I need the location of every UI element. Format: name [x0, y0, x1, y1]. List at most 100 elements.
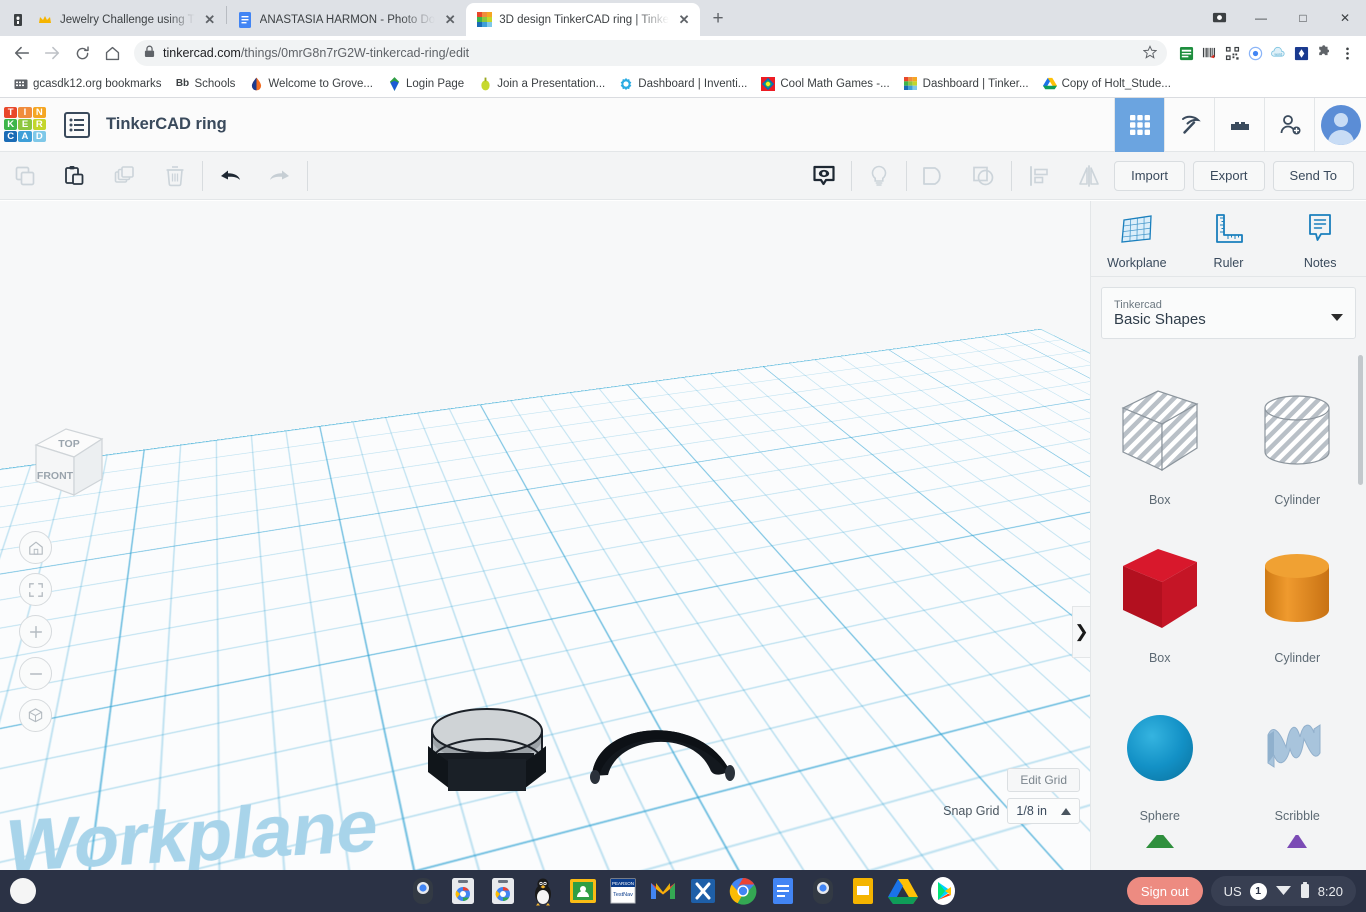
duplicate-icon[interactable]	[100, 152, 150, 200]
redo-icon[interactable]	[255, 152, 305, 200]
status-tray[interactable]: US 1 8:20	[1210, 876, 1356, 906]
chevron-right-icon[interactable]: ❯	[1072, 606, 1090, 658]
bookmark-item-8[interactable]: Copy of Holt_Stude...	[1037, 74, 1177, 94]
workplane-tool[interactable]: Workplane	[1099, 212, 1175, 270]
send-to-button[interactable]: Send To	[1272, 160, 1354, 191]
chrome-browser-icon[interactable]	[728, 876, 758, 906]
chrome-menu-icon[interactable]	[1336, 42, 1358, 64]
ortho-perspective-icon[interactable]	[19, 699, 52, 732]
browser-tab-2-title: ANASTASIA HARMON - Photo Do	[259, 13, 436, 26]
import-button[interactable]: Import	[1114, 160, 1185, 191]
bookmark-star-icon[interactable]	[1142, 44, 1158, 62]
mirror-icon[interactable]	[1064, 152, 1114, 200]
shape-item-hole-cylinder[interactable]: Cylinder	[1229, 361, 1366, 513]
zoom-out-icon[interactable]	[19, 657, 52, 690]
blue-diamond-extension-icon[interactable]	[1290, 42, 1312, 64]
shape-item-partial-purple[interactable]	[1229, 835, 1366, 855]
camera-2-icon[interactable]	[808, 876, 838, 906]
undo-icon[interactable]	[205, 152, 255, 200]
view-cube[interactable]: TOP FRONT	[22, 423, 108, 507]
codeblocks-pickaxe-icon[interactable]	[1164, 97, 1214, 152]
ring-band-object[interactable]	[428, 708, 546, 791]
camera-app-icon[interactable]	[408, 876, 438, 906]
bookmark-item-1[interactable]: Bb Schools	[169, 74, 241, 94]
new-tab-button[interactable]: +	[704, 5, 732, 33]
shape-item-sphere[interactable]: Sphere	[1091, 677, 1229, 829]
chrome-app-1-icon[interactable]	[448, 876, 478, 906]
linux-terminal-icon[interactable]	[528, 876, 558, 906]
bookmark-item-0[interactable]: gcasdk12.org bookmarks	[8, 74, 167, 94]
pearson-testnav-icon[interactable]: PEARSON TestNav	[608, 876, 638, 906]
google-classroom-icon[interactable]	[568, 876, 598, 906]
xtramath-icon[interactable]	[688, 876, 718, 906]
cast-icon[interactable]	[1198, 0, 1240, 36]
grid-gallery-icon[interactable]	[1114, 97, 1164, 152]
browser-tab-2-close[interactable]: ✕	[442, 12, 458, 28]
google-drive-icon[interactable]	[888, 876, 918, 906]
list-icon[interactable]	[64, 111, 90, 138]
home-icon[interactable]	[98, 39, 126, 67]
google-slides-icon[interactable]	[848, 876, 878, 906]
window-minimize-button[interactable]: —	[1240, 0, 1282, 36]
bookmark-item-2[interactable]: Welcome to Grove...	[243, 74, 379, 94]
shape-library-select[interactable]: Tinkercad Basic Shapes	[1101, 287, 1356, 339]
bookmark-item-6[interactable]: Cool Math Games -...	[755, 74, 895, 94]
toolbar-divider-3	[851, 160, 853, 191]
shape-item-scribble[interactable]: Scribble	[1229, 677, 1366, 829]
window-maximize-button[interactable]: □	[1282, 0, 1324, 36]
spreadsheet-extension-icon[interactable]	[1175, 42, 1197, 64]
window-close-button[interactable]: ✕	[1324, 0, 1366, 36]
google-docs-icon[interactable]	[768, 876, 798, 906]
browser-tab-2[interactable]: ANASTASIA HARMON - Photo Do ✕	[227, 3, 467, 36]
bookmark-item-5[interactable]: Dashboard | Inventi...	[613, 74, 753, 94]
gmail-icon[interactable]	[648, 876, 678, 906]
address-bar[interactable]: tinkercad.com/things/0mrG8n7rG2W-tinkerc…	[134, 40, 1167, 66]
bookmark-item-3[interactable]: Login Page	[381, 74, 470, 94]
bookmark-item-4[interactable]: Join a Presentation...	[472, 74, 611, 94]
bookmark-item-7[interactable]: Dashboard | Tinker...	[898, 74, 1035, 94]
ruler-tool[interactable]: Ruler	[1190, 212, 1266, 270]
lightbulb-icon[interactable]	[854, 152, 904, 200]
zoom-in-icon[interactable]	[19, 615, 52, 648]
copy-icon[interactable]	[0, 152, 50, 200]
back-arrow-icon[interactable]	[8, 39, 36, 67]
puzzle-extensions-icon[interactable]	[1313, 42, 1335, 64]
tinkercad-logo[interactable]: T I N K E R C A D	[2, 105, 48, 145]
barcode-scan-extension-icon[interactable]	[1198, 42, 1220, 64]
chrome-app-2-icon[interactable]	[488, 876, 518, 906]
ungroup-icon[interactable]	[959, 152, 1009, 200]
shape-item-hole-box[interactable]: Box	[1091, 361, 1229, 513]
home-view-icon[interactable]	[19, 531, 52, 564]
edit-grid-button[interactable]: Edit Grid	[1007, 768, 1080, 792]
play-store-icon[interactable]	[928, 876, 958, 906]
delete-trash-icon[interactable]	[150, 152, 200, 200]
blocks-icon[interactable]	[1214, 97, 1264, 152]
show-hide-eye-icon[interactable]	[799, 152, 849, 200]
browser-tab-1-close[interactable]: ✕	[202, 12, 218, 28]
shape-item-solid-box[interactable]: Box	[1091, 519, 1229, 671]
forward-arrow-icon[interactable]	[38, 39, 66, 67]
notes-tool[interactable]: Notes	[1282, 212, 1358, 270]
wordcloud-extension-icon[interactable]: word	[1267, 42, 1289, 64]
shapes-scrollbar[interactable]	[1358, 355, 1363, 485]
browser-tab-3-close[interactable]: ✕	[676, 12, 692, 28]
fit-to-view-icon[interactable]	[19, 573, 52, 606]
viewport-3d[interactable]: Workplane TOP FRONT Edit Grid Snap Grid …	[0, 201, 1090, 870]
export-button[interactable]: Export	[1192, 160, 1265, 191]
launcher-icon[interactable]	[10, 878, 36, 904]
shape-item-partial-green[interactable]	[1091, 835, 1229, 855]
record-extension-icon[interactable]	[1244, 42, 1266, 64]
reload-icon[interactable]	[68, 39, 96, 67]
snap-grid-select[interactable]: 1/8 in	[1007, 798, 1080, 824]
shape-item-solid-cylinder[interactable]: Cylinder	[1229, 519, 1366, 671]
paste-icon[interactable]	[50, 152, 100, 200]
qr-code-extension-icon[interactable]	[1221, 42, 1243, 64]
browser-tab-3[interactable]: 3D design TinkerCAD ring | Tinke ✕	[466, 3, 701, 36]
group-icon[interactable]	[909, 152, 959, 200]
align-icon[interactable]	[1014, 152, 1064, 200]
sign-out-button[interactable]: Sign out	[1126, 877, 1203, 905]
avatar[interactable]	[1314, 97, 1366, 152]
browser-tab-1[interactable]: Jewelry Challenge using T ✕	[4, 3, 226, 36]
ring-arc-object[interactable]	[590, 730, 735, 784]
invite-person-icon[interactable]	[1264, 97, 1314, 152]
